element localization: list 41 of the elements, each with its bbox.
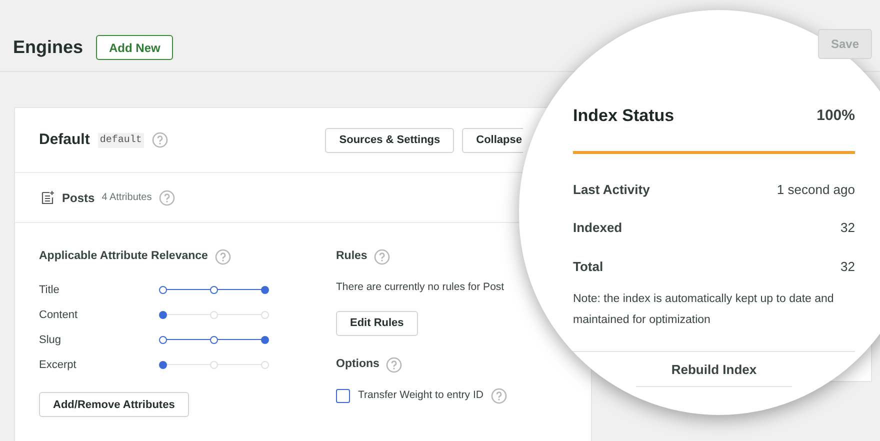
help-icon[interactable] <box>158 190 175 206</box>
rebuild-index-button[interactable]: Rebuild Index <box>636 360 792 386</box>
add-new-button[interactable]: Add New <box>96 35 174 60</box>
relevance-slider[interactable] <box>159 285 269 296</box>
help-icon[interactable] <box>152 132 168 148</box>
stat-label: Total <box>573 258 604 276</box>
help-icon[interactable] <box>386 356 402 373</box>
checkbox[interactable] <box>336 389 350 404</box>
engine-action-button[interactable]: Sources & Settings <box>325 128 454 152</box>
add-remove-attributes-button[interactable]: Add/Remove Attributes <box>39 392 189 418</box>
engine-name: Default <box>39 130 90 150</box>
help-icon[interactable] <box>374 248 390 265</box>
document-icon <box>41 190 55 205</box>
stat-label: Indexed <box>573 219 622 237</box>
stat-label: Last Activity <box>573 180 650 199</box>
attribute-label: Title <box>39 283 60 298</box>
source-name: Posts <box>62 190 95 206</box>
relevance-slider[interactable] <box>159 310 269 320</box>
page-title: Engines <box>13 36 84 59</box>
section-heading: Applicable Attribute Relevance <box>39 249 208 264</box>
edit-rules-button[interactable]: Edit Rules <box>336 311 418 336</box>
attribute-label: Content <box>39 308 79 323</box>
relevance-slider[interactable] <box>159 335 269 346</box>
stat-value: 1 second ago <box>776 180 855 199</box>
index-percent: 100% <box>816 106 855 126</box>
section-heading: Options <box>336 357 380 372</box>
help-icon[interactable] <box>491 388 508 404</box>
engine-slug: default <box>98 132 144 148</box>
stat-value: 32 <box>840 219 855 237</box>
section-heading: Rules <box>336 249 368 264</box>
help-icon[interactable] <box>214 248 231 265</box>
attribute-label: Excerpt <box>39 358 78 373</box>
engine-action-button[interactable]: Collapse <box>462 128 523 152</box>
option-label: Transfer Weight to entry ID <box>358 388 484 404</box>
attribute-label: Slug <box>39 333 62 348</box>
rules-message: There are currently no rules for Post <box>336 280 506 296</box>
index-status-title: Index Status <box>573 105 674 127</box>
relevance-slider[interactable] <box>159 360 269 370</box>
attribute-count: 4 Attributes <box>102 191 152 205</box>
index-note: Note: the index is automatically kept up to date and maintained for optimization <box>573 292 835 328</box>
stat-value: 32 <box>840 258 855 276</box>
